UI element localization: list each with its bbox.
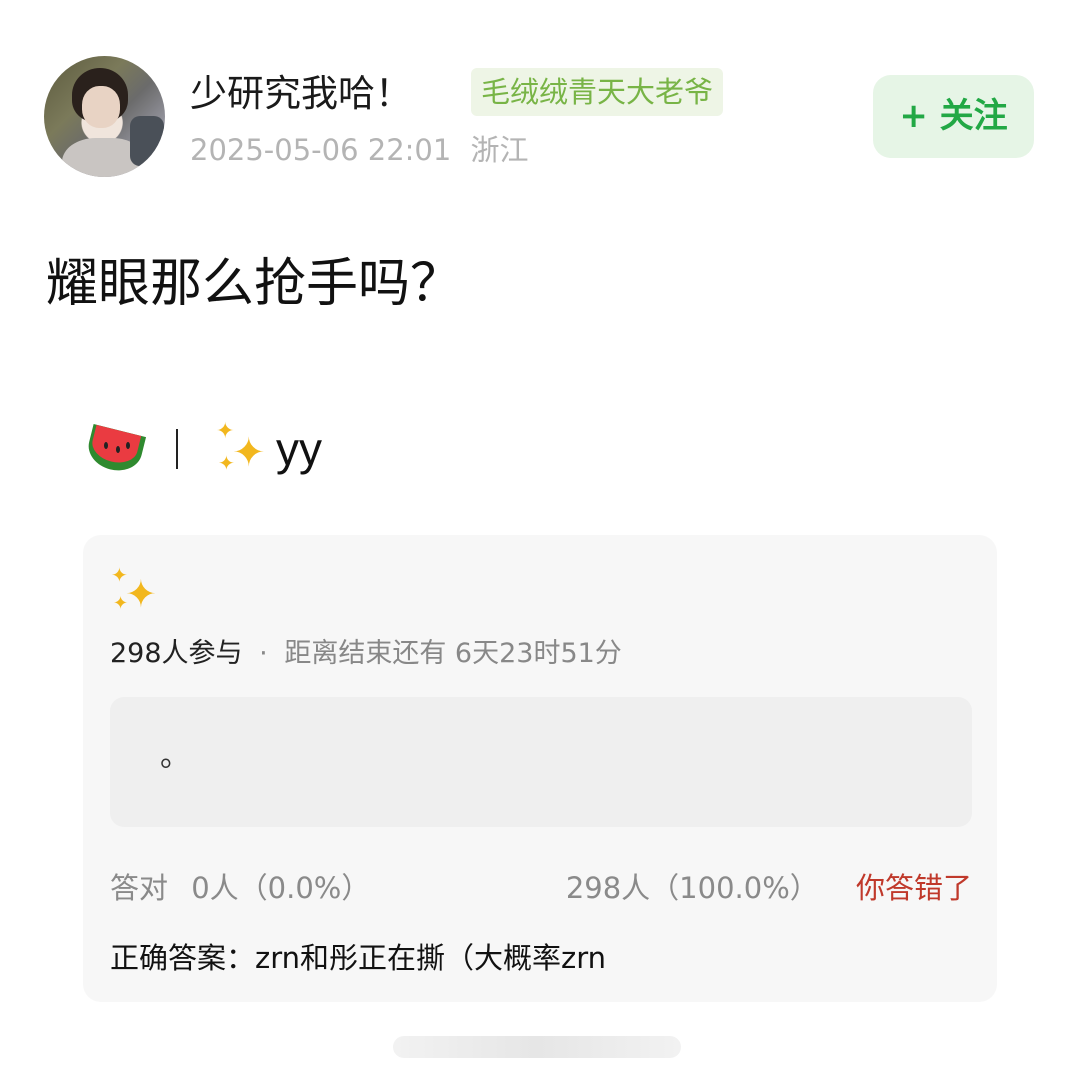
avatar-backpack bbox=[130, 116, 164, 166]
username[interactable]: 少研究我哈！ bbox=[190, 66, 412, 122]
post-datetime: 2025-05-06 22:01 bbox=[190, 133, 452, 167]
avatar[interactable] bbox=[44, 56, 165, 177]
stats-separator: · bbox=[259, 638, 268, 669]
scroll-indicator[interactable] bbox=[393, 1036, 681, 1058]
correct-count: 0人（0.0%） bbox=[191, 871, 371, 905]
wrong-stats: 298人（100.0%） 你答错了 bbox=[566, 865, 972, 911]
signature-divider bbox=[176, 429, 178, 469]
signature-text: yy bbox=[276, 423, 322, 475]
user-tag-badge[interactable]: 毛绒绒青天大老爷 bbox=[471, 68, 724, 116]
correct-label: 答对 bbox=[110, 871, 169, 905]
quiz-stats: 298人参与 · 距离结束还有 6天23时51分 bbox=[110, 633, 622, 675]
follow-button[interactable]: + 关注 bbox=[873, 75, 1034, 158]
wrong-answer-label: 你答错了 bbox=[855, 871, 972, 905]
avatar-face bbox=[82, 86, 120, 128]
quiz-option[interactable]: 。 bbox=[110, 697, 972, 827]
sparkles-icon: ✦ ✦ ✦ bbox=[111, 563, 157, 616]
wrong-count: 298人（100.0%） bbox=[565, 871, 819, 905]
post-meta: 2025-05-06 22:01 浙江 bbox=[190, 128, 529, 172]
post-title: 耀眼那么抢手吗？ bbox=[46, 254, 463, 314]
sparkles-icon: ✦ ✦ ✦ bbox=[216, 419, 266, 476]
quiz-countdown: 距离结束还有 6天23时51分 bbox=[284, 638, 622, 669]
post-location: 浙江 bbox=[470, 133, 529, 167]
quiz-card: ✦ ✦ ✦ 298人参与 · 距离结束还有 6天23时51分 。 答对 0人（0… bbox=[83, 535, 997, 1002]
correct-stats: 答对 0人（0.0%） bbox=[110, 865, 370, 911]
correct-answer: 正确答案：zrn和彤正在撕（大概率zrn bbox=[110, 941, 607, 975]
quiz-option-text: 。 bbox=[160, 739, 190, 774]
quiz-result-row: 答对 0人（0.0%） 298人（100.0%） 你答错了 bbox=[110, 865, 972, 911]
signature-line: ✦ ✦ ✦ yy bbox=[83, 414, 322, 484]
participant-count: 298人参与 bbox=[110, 638, 243, 669]
watermelon-icon bbox=[83, 420, 147, 478]
